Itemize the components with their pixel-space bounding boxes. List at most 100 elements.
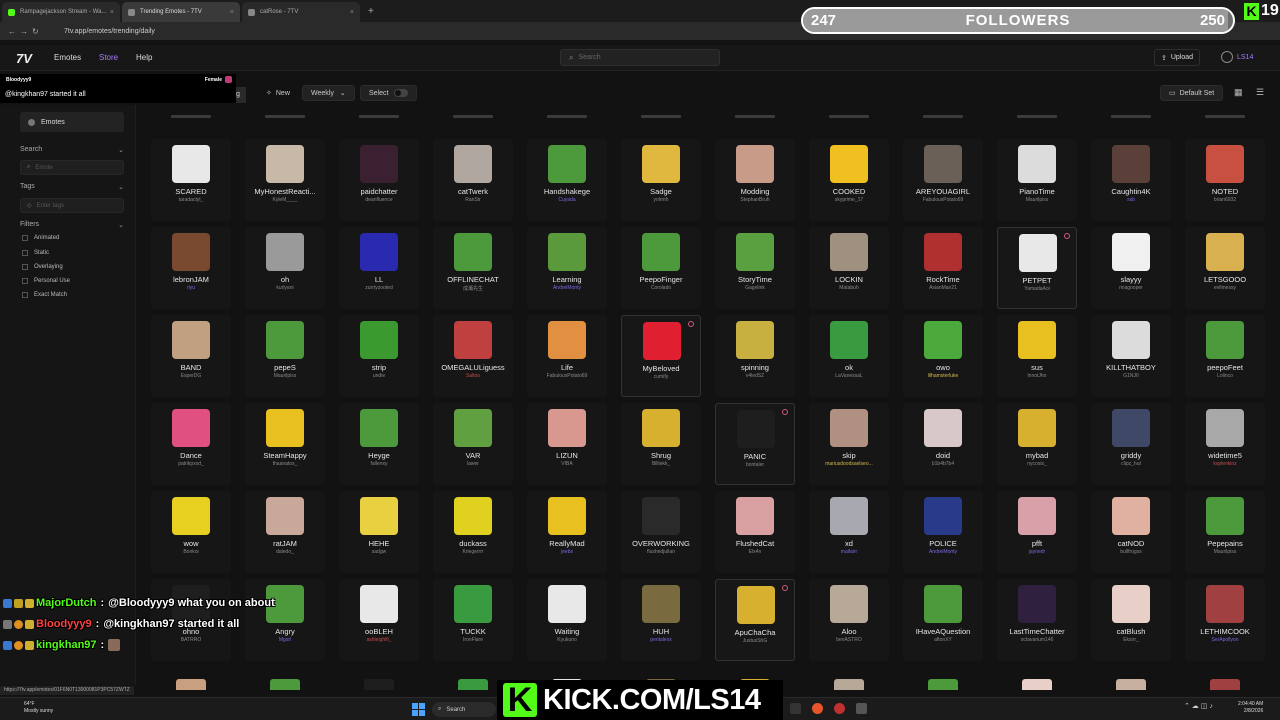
emote-author[interactable]: RanStr — [433, 197, 513, 203]
partial-tab-label[interactable]: g — [236, 87, 246, 103]
emote-card[interactable]: Aloo benASTRO — [809, 579, 889, 661]
emote-card[interactable]: PeepoFinger Corolado — [621, 227, 701, 309]
emote-card[interactable]: peepoFeet Lolinco — [1185, 315, 1265, 397]
tags-input[interactable]: ◇ Enter tags — [20, 198, 124, 213]
emote-card[interactable]: BAND EsperDG — [151, 315, 231, 397]
emote-card[interactable]: LETSGOOO evilmessy — [1185, 227, 1265, 309]
emote-card[interactable]: Caughtin4K ssb — [1091, 139, 1171, 221]
emote-author[interactable]: Matabuh — [809, 285, 889, 291]
emote-card[interactable]: KILLTHATBOY G1NJII — [1091, 315, 1171, 397]
emote-card[interactable]: wow Bonkoi — [151, 491, 231, 573]
emote-card[interactable]: AREYOUAGIRL FabulousPotato69 — [903, 139, 983, 221]
new-tab-button[interactable]: + — [368, 2, 374, 22]
emote-author[interactable]: daledo_ — [245, 549, 325, 555]
emote-author[interactable]: lnnotJho — [997, 373, 1077, 379]
emote-card[interactable]: griddy clipz_hut — [1091, 403, 1171, 485]
filter-overlaying[interactable]: Overlaying — [22, 264, 63, 270]
obs-icon[interactable] — [834, 703, 845, 714]
emote-card[interactable]: ReallyMad jeebs — [527, 491, 607, 573]
emote-card[interactable]: HUH pentalexx — [621, 579, 701, 661]
emote-author[interactable]: sadgw — [339, 549, 419, 555]
tab-new[interactable]: ✧ New — [258, 85, 298, 101]
heart-icon[interactable] — [688, 321, 694, 327]
emote-author[interactable]: evilmessy — [1185, 285, 1265, 291]
emote-author[interactable]: 成瀬先生 — [433, 285, 513, 292]
nav-emotes[interactable]: Emotes — [54, 53, 81, 62]
emote-card[interactable]: OMEGALULiguess Saltoo — [433, 315, 513, 397]
checkbox[interactable] — [22, 235, 28, 241]
emote-card[interactable]: HEHE sadgw — [339, 491, 419, 573]
filter-personal-use[interactable]: Personal Use — [22, 278, 70, 284]
emote-card[interactable]: ApuChaCha JustusShG — [715, 579, 795, 661]
emote-author[interactable]: ssb — [1091, 197, 1171, 203]
checkbox[interactable] — [22, 264, 28, 270]
emote-author[interactable]: IronFlare — [433, 637, 513, 643]
emote-card[interactable]: LL zurrtyzooted — [339, 227, 419, 309]
emote-card[interactable]: widetime5 kaylenkinz — [1185, 403, 1265, 485]
emote-author[interactable]: Eksirr_ — [1091, 637, 1171, 643]
emote-author[interactable]: G1NJII — [1091, 373, 1171, 379]
emote-author[interactable]: flushedjullan — [621, 549, 701, 555]
site-search-input[interactable]: ⌕ Search — [560, 49, 720, 66]
emote-card[interactable]: PANIC bontaler — [715, 403, 795, 485]
filter-animated[interactable]: Animated — [22, 235, 59, 241]
emote-author[interactable]: FabulousPotato69 — [903, 197, 983, 203]
default-set-button[interactable]: ▭ Default Set — [1160, 85, 1224, 101]
emote-author[interactable]: SerApollyon — [1185, 637, 1265, 643]
emote-author[interactable]: fallenxy — [339, 461, 419, 467]
emote-card[interactable]: PETPET YamadaAoi — [997, 227, 1077, 309]
emote-card[interactable]: ratJAM daledo_ — [245, 491, 325, 573]
emote-author[interactable]: riyu — [151, 285, 231, 291]
emote-card[interactable]: RockTime AsianMan21 — [903, 227, 983, 309]
checkbox[interactable] — [22, 292, 28, 298]
emote-author[interactable]: mariusdoodsaelseo... — [809, 461, 889, 467]
emote-card[interactable]: Modding StephanBruh — [715, 139, 795, 221]
taskbar-search[interactable]: ⌕ Search — [432, 702, 496, 717]
forward-icon[interactable]: → — [20, 27, 32, 36]
emote-author[interactable]: Kriegerrrr — [433, 549, 513, 555]
close-icon[interactable]: × — [230, 9, 234, 16]
emote-card[interactable]: pepeS Maurilpiss — [245, 315, 325, 397]
filter-static[interactable]: Static — [22, 250, 49, 256]
emote-author[interactable]: thaanatos_ — [245, 461, 325, 467]
emote-author[interactable]: zurrtyzooted — [339, 285, 419, 291]
7tv-logo[interactable]: 7V — [16, 51, 32, 66]
emote-author[interactable]: LaVanessaL — [809, 373, 889, 379]
emote-card[interactable]: MyBeloved cumify — [621, 315, 701, 397]
emote-card[interactable]: TUCKK IronFlare — [433, 579, 513, 661]
emote-author[interactable]: undie — [339, 373, 419, 379]
emote-author[interactable]: lilhamsterluke — [903, 373, 983, 379]
emote-card[interactable]: paidchatter deanfluence — [339, 139, 419, 221]
weather-widget[interactable]: 64°F Mostly sunny — [24, 701, 53, 715]
emote-card[interactable]: Sadge yolrnth — [621, 139, 701, 221]
emote-card[interactable]: skip mariusdoodsaelseo... — [809, 403, 889, 485]
emote-author[interactable]: AndreiMonty — [903, 549, 983, 555]
emote-card[interactable]: xd mallairr — [809, 491, 889, 573]
emote-card[interactable]: IHaveAQuestion aftonXY — [903, 579, 983, 661]
emote-author[interactable]: Saltoo — [433, 373, 513, 379]
emote-card[interactable]: StoryTime Gagelink — [715, 227, 795, 309]
emote-card[interactable]: SCARED taradactyl_ — [151, 139, 231, 221]
emote-author[interactable]: bontaler — [716, 462, 794, 468]
toggle-switch[interactable] — [394, 89, 409, 97]
nav-help[interactable]: Help — [136, 53, 152, 62]
emote-card[interactable]: FlushedCat Elx4n — [715, 491, 795, 573]
emote-author[interactable]: StephanBruh — [715, 197, 795, 203]
emote-author[interactable]: EsperDG — [151, 373, 231, 379]
emote-author[interactable]: miagooper — [1091, 285, 1171, 291]
browser-tab-trending[interactable]: Trending Emotes - 7TV × — [122, 2, 240, 22]
browser-tab-catrose[interactable]: catRose - 7TV × — [242, 2, 360, 22]
emote-author[interactable]: jeebs — [527, 549, 607, 555]
emote-author[interactable]: benASTRO — [809, 637, 889, 643]
emote-card[interactable]: oh kurlyani — [245, 227, 325, 309]
emote-card[interactable]: MyHonestReacti... KyleM____ — [245, 139, 325, 221]
checkbox[interactable] — [22, 250, 28, 256]
emote-author[interactable]: bullfrogss — [1091, 549, 1171, 555]
emote-card[interactable]: doid b1b4b7b4 — [903, 403, 983, 485]
emote-author[interactable]: octavarium146 — [997, 637, 1077, 643]
emote-author[interactable]: aftonXY — [903, 637, 983, 643]
emote-author[interactable]: nycosis_ — [997, 461, 1077, 467]
emote-card[interactable]: owo lilhamsterluke — [903, 315, 983, 397]
emote-author[interactable]: YamadaAoi — [998, 286, 1076, 292]
emote-card[interactable]: spinning v4ledSZ — [715, 315, 795, 397]
